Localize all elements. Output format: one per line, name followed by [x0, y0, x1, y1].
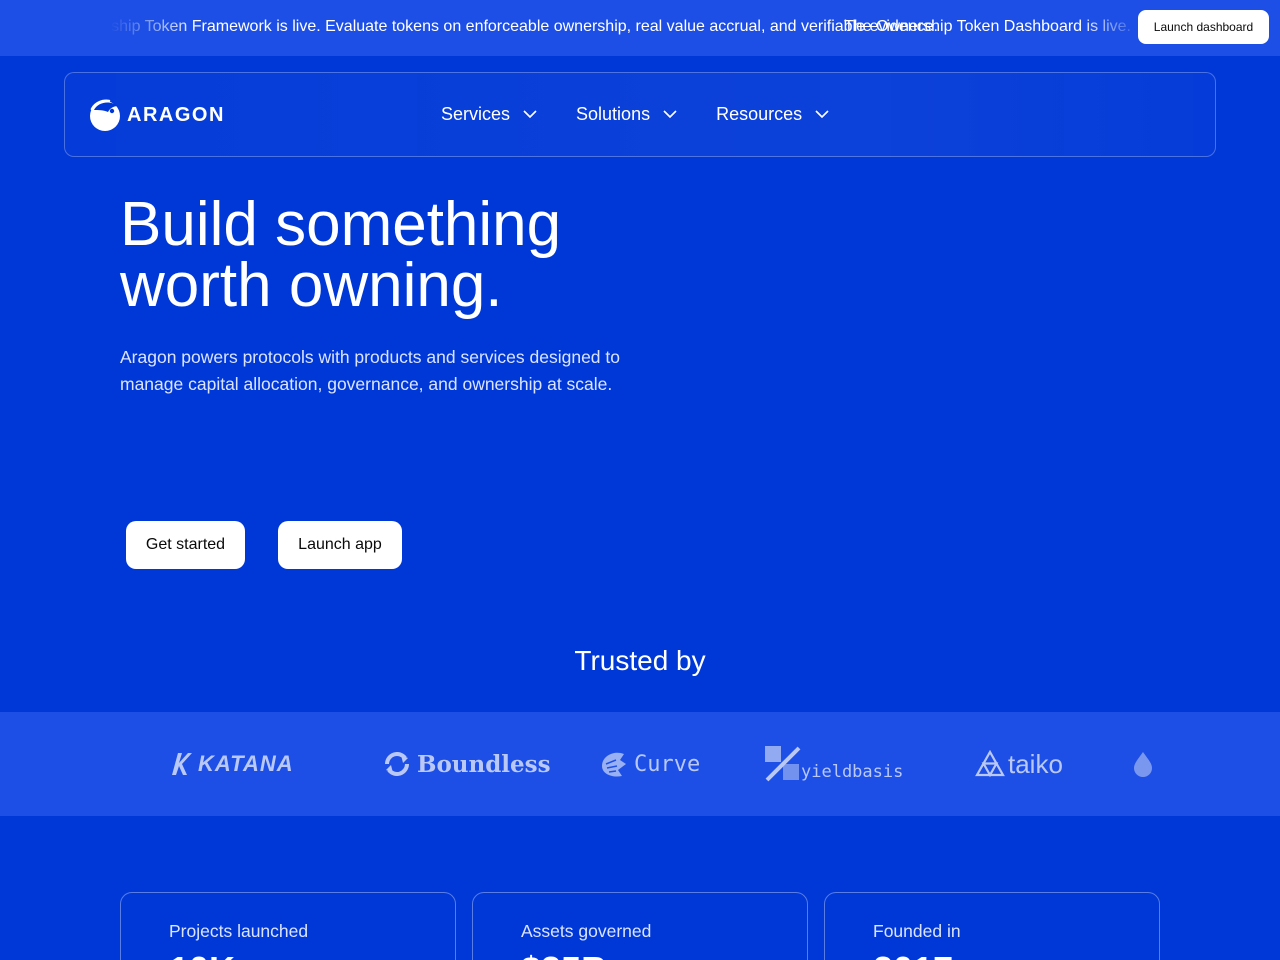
partner-name: yieldbasis	[801, 762, 904, 782]
page: Ownership Token Framework is live. Evalu…	[0, 0, 1280, 960]
partner-logo-boundless: Boundless	[383, 712, 551, 816]
announcement-message: Ownership Token Framework is live. Evalu…	[64, 18, 938, 35]
boundless-logo-icon	[385, 752, 409, 776]
partner-logo-katana: KATANA	[172, 712, 294, 816]
nav-item-label: Services	[441, 103, 511, 124]
hero-title-line: worth owning.	[120, 251, 503, 320]
announcement-ticker: Ownership Token Framework is live. Evalu…	[0, 17, 1140, 39]
stat-value: 10K+	[169, 949, 256, 960]
partner-logos-band: KATANA Boundless Curve yieldbasis taiko	[0, 712, 1280, 816]
nav-item-label: Solutions	[576, 103, 651, 124]
main-nav: ARAGON Services Solutions Resources	[64, 72, 1216, 157]
get-started-button[interactable]: Get started	[126, 521, 245, 569]
nav-item-services[interactable]: Services	[441, 101, 538, 127]
stat-card-projects: Projects launched 10K+	[120, 892, 456, 960]
partner-name: taiko	[1008, 748, 1063, 779]
hero-title-line: Build something	[120, 190, 562, 259]
stat-value: $35B+	[521, 949, 628, 960]
nav-item-label: Resources	[716, 103, 803, 124]
curve-logo-icon	[602, 752, 626, 777]
partner-logo-taiko: taiko	[975, 712, 1063, 816]
stat-card-assets: Assets governed $35B+	[472, 892, 808, 960]
nav-item-resources[interactable]: Resources	[716, 101, 830, 127]
yieldbasis-logo-icon	[765, 746, 801, 782]
hero-subtitle-line: Aragon powers protocols with products an…	[120, 347, 620, 367]
nav-item-solutions[interactable]: Solutions	[576, 101, 678, 127]
stat-value: 2017	[873, 949, 953, 960]
nav-menu: Services Solutions Resources	[441, 101, 868, 127]
partner-name: KATANA	[198, 751, 294, 776]
trusted-by-heading: Trusted by	[574, 645, 706, 676]
katana-logo-icon	[172, 753, 192, 775]
announcement-bar: Ownership Token Framework is live. Evalu…	[0, 0, 1280, 56]
partner-logo-curve: Curve	[600, 712, 700, 816]
stat-card-founded: Founded in 2017	[824, 892, 1160, 960]
hero-subtitle-line: manage capital allocation, governance, a…	[120, 374, 613, 394]
taiko-logo-icon	[975, 750, 1005, 778]
partner-name: Curve	[634, 751, 701, 777]
announcement-message-secondary: The Ownership Token Dashboard is live.	[844, 18, 1131, 35]
launch-dashboard-button[interactable]: Launch dashboard	[1138, 10, 1269, 44]
partner-name: Boundless	[417, 750, 551, 778]
partner-logo-yieldbasis: yieldbasis	[765, 712, 903, 816]
hero-title: Build something worth owning.	[120, 190, 820, 320]
stat-label: Assets governed	[521, 921, 652, 941]
aragon-logo-icon	[90, 99, 120, 131]
droplet-logo-icon	[1134, 752, 1152, 777]
chevron-down-icon	[523, 110, 537, 119]
chevron-down-icon	[815, 110, 829, 119]
stat-label: Projects launched	[169, 921, 309, 941]
stat-label: Founded in	[873, 921, 961, 941]
aragon-logo[interactable]: ARAGON	[88, 98, 225, 132]
logo-text: ARAGON	[127, 103, 225, 126]
launch-app-button[interactable]: Launch app	[278, 521, 402, 569]
hero-subtitle: Aragon powers protocols with products an…	[120, 344, 680, 398]
partner-logo-droplet	[1133, 712, 1153, 816]
chevron-down-icon	[663, 110, 677, 119]
